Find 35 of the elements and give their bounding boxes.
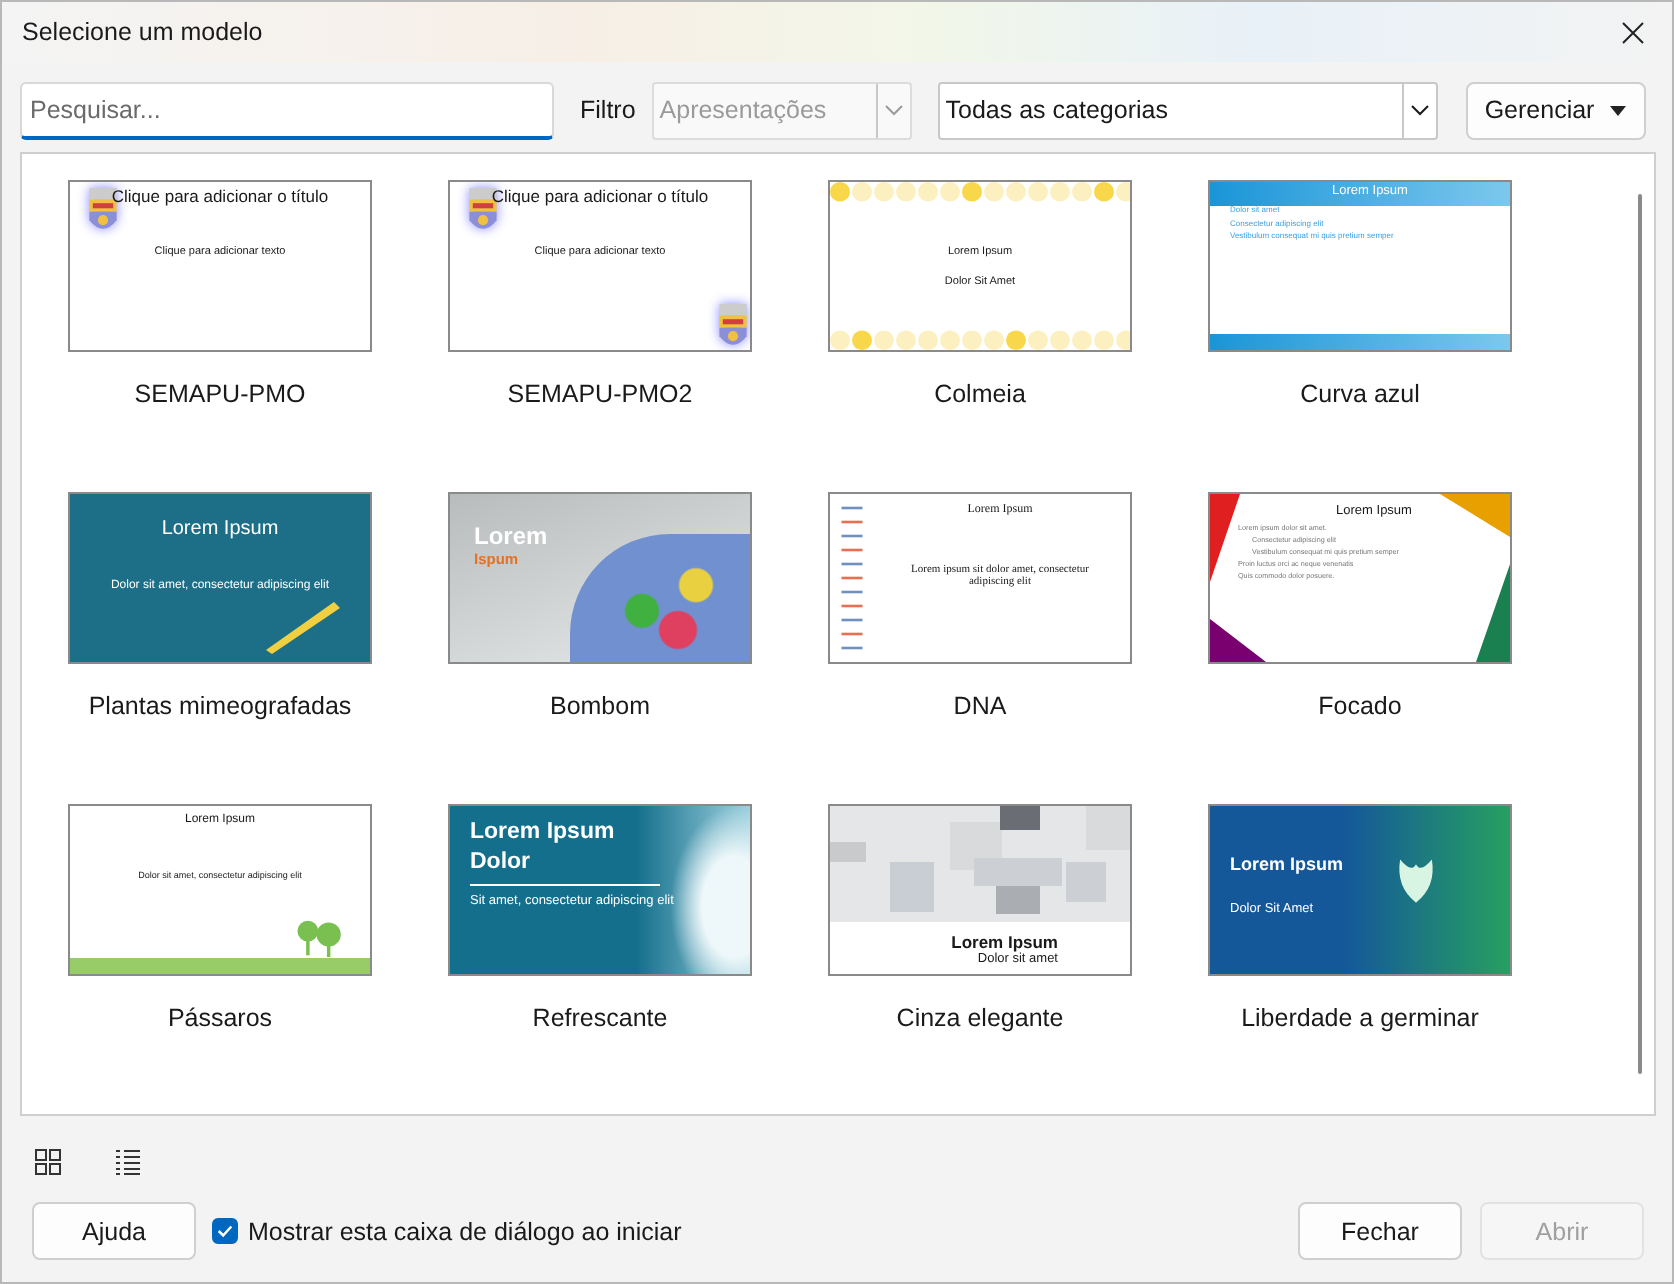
- tree-icon: [294, 916, 346, 960]
- template-name[interactable]: Curva azul: [1300, 380, 1420, 408]
- grid-view-icon[interactable]: [34, 1148, 62, 1176]
- manage-button[interactable]: Gerenciar: [1465, 81, 1646, 139]
- template-name[interactable]: Colmeia: [934, 380, 1026, 408]
- help-button[interactable]: Ajuda: [32, 1202, 196, 1260]
- template-name[interactable]: Cinza elegante: [896, 1004, 1064, 1032]
- caret-icon[interactable]: [1610, 105, 1627, 115]
- scrollbar[interactable]: [1638, 194, 1642, 1074]
- chevron-down-icon[interactable]: [1409, 104, 1430, 116]
- slide-title: Lorem Ipsum Dolor: [470, 818, 660, 886]
- slide-title: Lorem: [474, 522, 548, 550]
- dropdown[interactable]: Todas as categorias: [937, 81, 1438, 139]
- list-view-icon[interactable]: [114, 1148, 142, 1176]
- template-name[interactable]: Bombom: [549, 692, 651, 720]
- template-name[interactable]: SEMAPU-PMO2: [507, 380, 693, 408]
- template-name[interactable]: DNA: [953, 692, 1007, 720]
- template-name[interactable]: Focado: [1318, 692, 1402, 720]
- slide-title: Clique para adicionar o título: [111, 186, 329, 206]
- coat-of-arms-icon: [716, 302, 750, 350]
- search-field[interactable]: Pesquisar...: [20, 81, 554, 139]
- filter-label: Filtro: [580, 96, 636, 124]
- window-title: Selecione um modelo: [22, 18, 263, 46]
- template-name[interactable]: Liberdade a germinar: [1241, 1004, 1479, 1032]
- template-name[interactable]: SEMAPU-PMO: [134, 380, 306, 408]
- slide-title: Lorem Ipsum: [161, 518, 279, 540]
- template-name[interactable]: Refrescante: [532, 1004, 668, 1032]
- slide-title: Lorem Ipsum: [1230, 854, 1344, 874]
- slide-title: Clique para adicionar o título: [491, 186, 709, 206]
- template-name[interactable]: Pássaros: [167, 1004, 273, 1032]
- slide-title: Lorem Ipsum: [951, 932, 1058, 952]
- template-name[interactable]: Plantas mimeografadas: [88, 692, 352, 720]
- close-icon[interactable]: [1621, 21, 1643, 43]
- checkbox-label[interactable]: Mostrar esta caixa de diálogo ao iniciar: [248, 1217, 682, 1245]
- dialog-button[interactable]: Fechar: [1298, 1202, 1462, 1260]
